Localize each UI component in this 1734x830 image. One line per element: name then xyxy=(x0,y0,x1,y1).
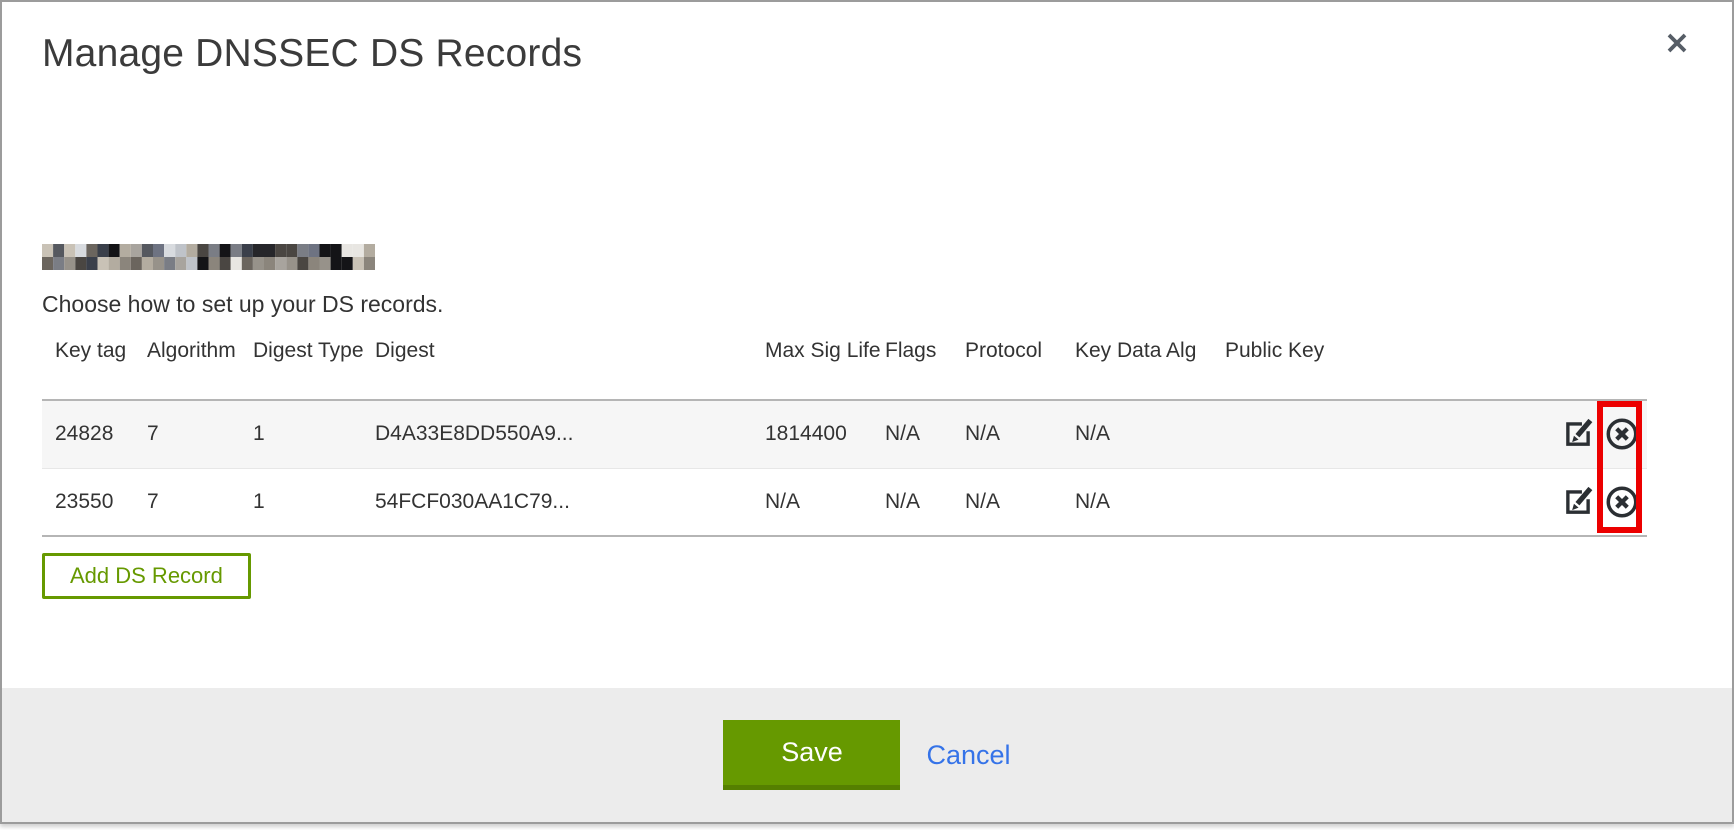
redacted-domain-name xyxy=(42,244,375,270)
cell: 1814400 xyxy=(752,400,872,468)
page-title: Manage DNSSEC DS Records xyxy=(42,32,1688,76)
delete-record-icon[interactable] xyxy=(1604,484,1640,520)
ds-records-table: Key tagAlgorithmDigest TypeDigestMax Sig… xyxy=(42,333,1647,537)
cell: 7 xyxy=(134,400,240,468)
cell: 1 xyxy=(240,468,362,536)
cell: N/A xyxy=(872,468,952,536)
column-header: Algorithm xyxy=(134,333,240,400)
ds-records-table-wrap: Key tagAlgorithmDigest TypeDigestMax Sig… xyxy=(42,333,1647,537)
column-header: Protocol xyxy=(952,333,1062,400)
manage-dnssec-modal: Manage DNSSEC DS Records Choose how to s… xyxy=(0,0,1734,824)
table-row: 2482871D4A33E8DD550A9...1814400N/AN/AN/A xyxy=(42,400,1647,468)
column-header: Flags xyxy=(872,333,952,400)
cell: 23550 xyxy=(42,468,134,536)
cell: 7 xyxy=(134,468,240,536)
save-button[interactable]: Save xyxy=(723,720,900,790)
modal-footer: Save Cancel xyxy=(2,688,1732,822)
column-header: Digest Type xyxy=(240,333,362,400)
cell xyxy=(1212,400,1547,468)
row-actions xyxy=(1547,468,1647,536)
instruction-text: Choose how to set up your DS records. xyxy=(42,291,1688,318)
cell xyxy=(1212,468,1547,536)
edit-record-icon[interactable] xyxy=(1560,416,1596,452)
cell: N/A xyxy=(1062,468,1212,536)
cell: D4A33E8DD550A9... xyxy=(362,400,752,468)
edit-record-icon[interactable] xyxy=(1560,484,1596,520)
column-header: Key tag xyxy=(42,333,134,400)
cell: 1 xyxy=(240,400,362,468)
table-row: 235507154FCF030AA1C79...N/AN/AN/AN/A xyxy=(42,468,1647,536)
close-icon[interactable] xyxy=(1660,26,1694,60)
cell: 24828 xyxy=(42,400,134,468)
cell: 54FCF030AA1C79... xyxy=(362,468,752,536)
cell: N/A xyxy=(872,400,952,468)
cell: N/A xyxy=(752,468,872,536)
table-header-row: Key tagAlgorithmDigest TypeDigestMax Sig… xyxy=(42,333,1647,400)
delete-record-icon[interactable] xyxy=(1604,416,1640,452)
column-header: Key Data Alg xyxy=(1062,333,1212,400)
column-header: Max Sig Life xyxy=(752,333,872,400)
add-ds-record-button[interactable]: Add DS Record xyxy=(42,553,251,599)
cell: N/A xyxy=(952,468,1062,536)
cell: N/A xyxy=(1062,400,1212,468)
row-actions xyxy=(1547,400,1647,468)
cell: N/A xyxy=(952,400,1062,468)
column-header-actions xyxy=(1547,333,1647,400)
cancel-link[interactable]: Cancel xyxy=(926,740,1010,771)
column-header: Digest xyxy=(362,333,752,400)
column-header: Public Key xyxy=(1212,333,1547,400)
